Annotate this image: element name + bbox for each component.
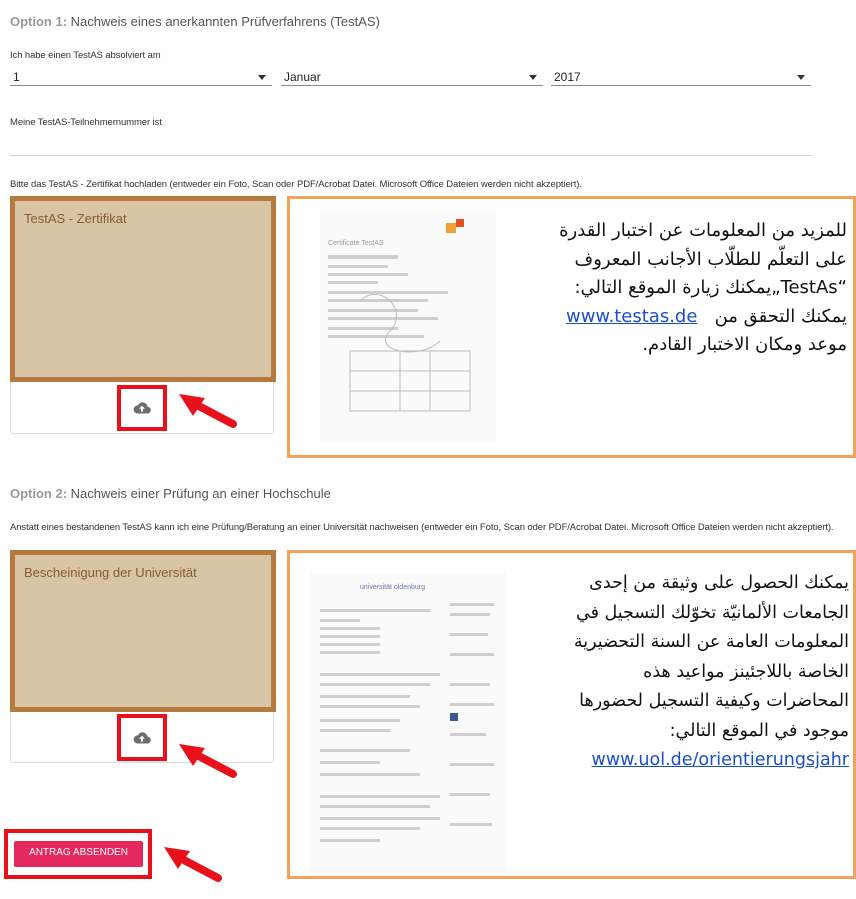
callout2-line3: المعلومات العامة عن السنة التحضيرية: [573, 632, 849, 652]
uol-link[interactable]: www.uol.de/orientierungsjahr: [592, 750, 849, 770]
university-upload-button[interactable]: [117, 714, 167, 761]
testas-certificate-thumbnail: Certificate TestAS: [320, 211, 496, 443]
option1-upload-hint: Bitte das TestAS - Zertifikat hochladen …: [10, 179, 582, 190]
month-value: Januar: [284, 70, 321, 84]
chevron-down-icon: [258, 75, 266, 80]
cloud-upload-icon: [133, 731, 151, 744]
year-select[interactable]: 2017: [551, 68, 811, 86]
callout2-line5: المحاضرات وكيفية التسجيل لحضورها: [579, 691, 849, 711]
day-select[interactable]: 1: [10, 68, 272, 86]
option1-heading: Option 1: Nachweis eines anerkannten Prü…: [10, 14, 380, 29]
testas-link[interactable]: www.testas.de: [566, 306, 697, 327]
university-upload-dropzone[interactable]: Bescheinigung der Universität: [10, 550, 276, 712]
callout1-line5: موعد ومكان الاختبار القادم.: [642, 334, 847, 355]
callout1-line4-text: يمكنك التحقق من: [714, 305, 847, 327]
red-arrow-icon: [164, 847, 222, 882]
testas-info-text: للمزيد من المعلومات عن اختبار القدرة على…: [487, 217, 847, 360]
university-certificate-thumbnail: universität oldenburg: [310, 573, 506, 873]
chevron-down-icon: [797, 75, 805, 80]
testas-info-callout: Certificate TestAS للمزيد من المعلومات ع…: [287, 196, 856, 458]
year-value: 2017: [554, 70, 581, 84]
cloud-upload-icon: [133, 402, 151, 414]
callout1-line1: للمزيد من المعلومات عن اختبار القدرة: [559, 220, 847, 241]
callout1-line3: “TestAs„يمكنك زيارة الموقع التالي:: [574, 277, 847, 298]
testas-number-input[interactable]: [10, 155, 812, 156]
day-value: 1: [13, 70, 20, 84]
university-upload-label: Bescheinigung der Universität: [24, 565, 197, 580]
option2-prefix: Option 2:: [10, 486, 68, 501]
university-info-callout: universität oldenburg يمكنك الحصول على و…: [287, 550, 856, 879]
callout2-line2: الجامعات الألمانيّة تخوّلك التسجيل في: [575, 602, 849, 623]
testas-upload-label: TestAS - Zertifikat: [24, 211, 127, 226]
month-select[interactable]: Januar: [281, 68, 543, 86]
svg-text:universität oldenburg: universität oldenburg: [360, 584, 425, 591]
testas-upload-dropzone[interactable]: TestAS - Zertifikat: [10, 196, 276, 382]
option2-title: Nachweis einer Prüfung an einer Hochschu…: [70, 486, 331, 501]
red-arrow-icon: [179, 744, 237, 778]
testas-upload-button[interactable]: [117, 385, 167, 431]
option1-title: Nachweis eines anerkannten Prüfverfahren…: [70, 14, 380, 29]
submit-highlight: ANTRAG ABSENDEN: [4, 829, 152, 879]
callout2-line1: يمكنك الحصول على وثيقة من إحدى: [589, 573, 849, 593]
testas-number-label: Meine TestAS-Teilnehmernummer ist: [10, 117, 162, 128]
university-info-text: يمكنك الحصول على وثيقة من إحدى الجامعات …: [504, 569, 849, 776]
callout1-line4: يمكنك التحقق من www.testas.de: [487, 303, 847, 332]
option1-prefix: Option 1:: [10, 14, 68, 29]
submit-button[interactable]: ANTRAG ABSENDEN: [14, 841, 143, 867]
callout2-line4: الخاصة باللاجئينز مواعيد هذه: [643, 661, 849, 682]
callout1-line2: على التعلّم للطلّاب الأجانب المعروف: [574, 248, 847, 270]
chevron-down-icon: [529, 75, 537, 80]
callout2-line6: موجود في الموقع التالي:: [669, 720, 849, 741]
red-arrow-icon: [179, 394, 237, 428]
testas-date-label: Ich habe einen TestAS absolviert am: [10, 50, 161, 61]
svg-text:Certificate TestAS: Certificate TestAS: [328, 240, 384, 247]
option2-upload-hint: Anstatt eines bestandenen TestAS kann ic…: [10, 522, 834, 533]
option2-heading: Option 2: Nachweis einer Prüfung an eine…: [10, 486, 331, 501]
